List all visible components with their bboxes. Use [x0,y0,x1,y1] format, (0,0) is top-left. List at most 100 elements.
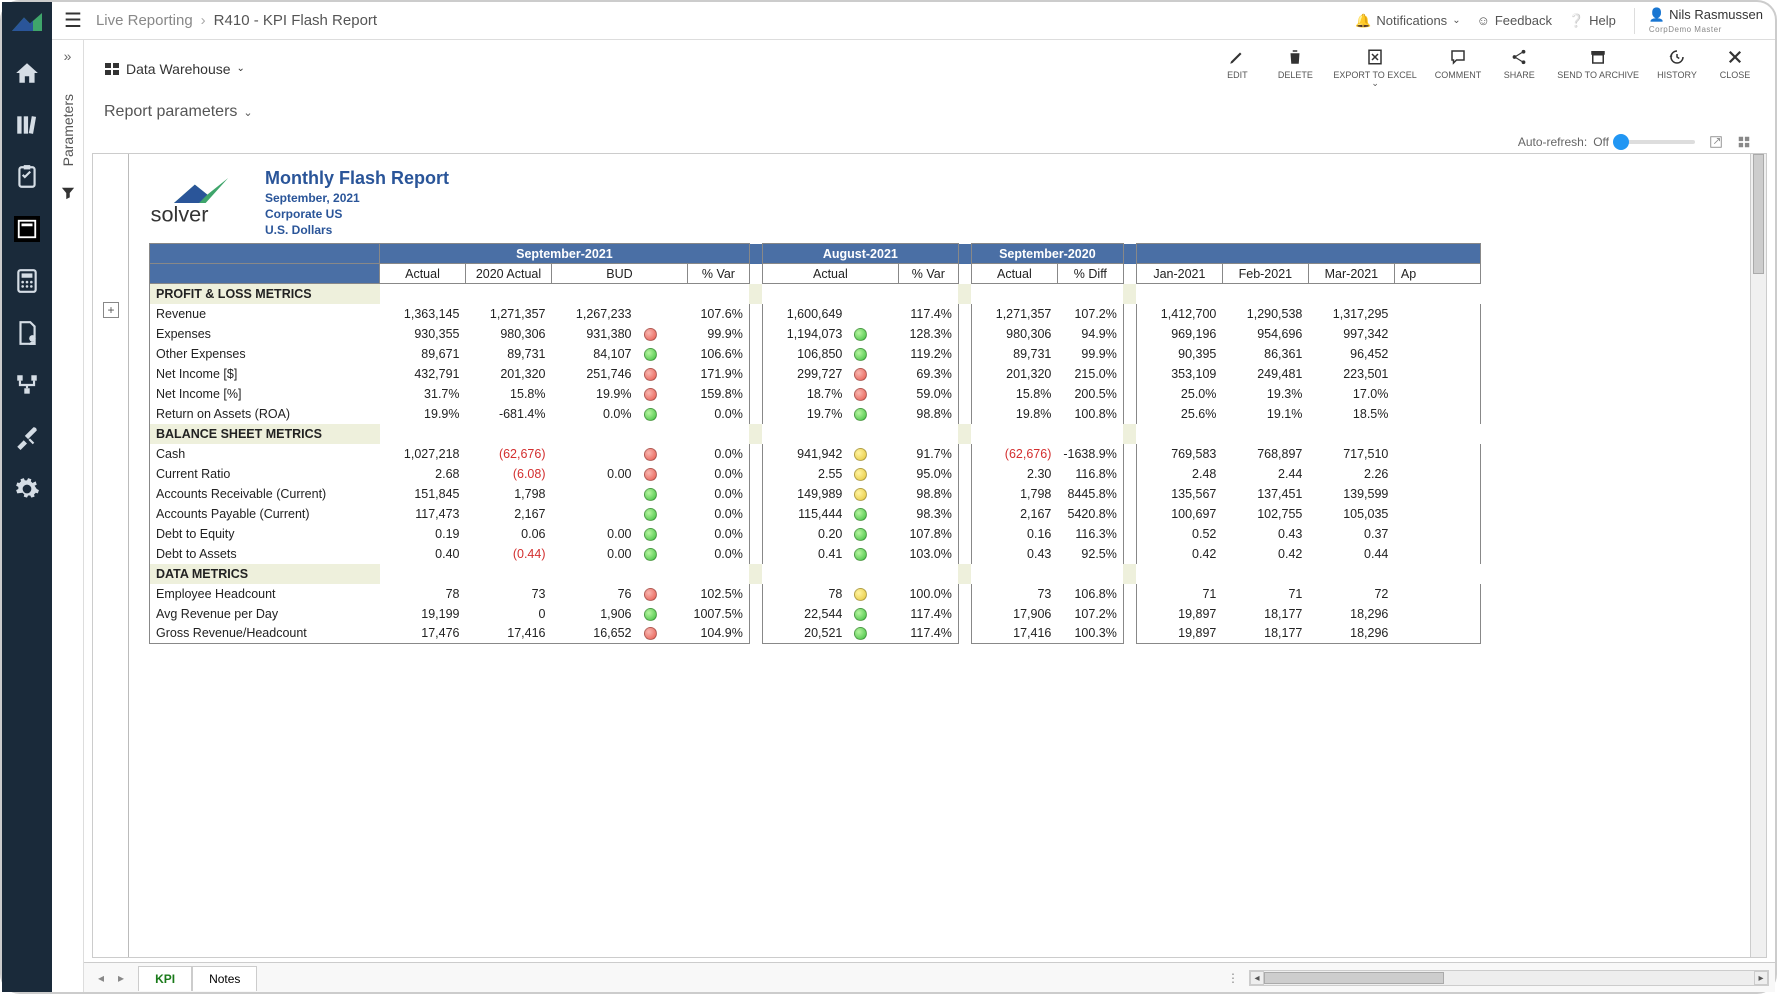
report-header-block: solver Monthly Flash Report September, 2… [129,154,1766,243]
datasource-icon [104,61,120,77]
tab-kpi[interactable]: KPI [138,966,192,991]
table-cell: 84,107 [552,344,638,364]
tab-notes[interactable]: Notes [192,966,257,991]
edit-button[interactable]: EDIT [1217,48,1257,89]
status-dot-cell [848,344,898,364]
solver-logo-icon: solver [149,178,249,228]
table-cell: 0.06 [466,524,552,544]
table-cell: 89,671 [380,344,466,364]
nav-tools-icon[interactable] [14,424,40,450]
table-cell: 17,416 [971,624,1057,644]
close-button[interactable]: CLOSE [1715,48,1755,89]
nav-file-user-icon[interactable] [14,320,40,346]
status-dot-cell [638,384,688,404]
table-cell: 119.2% [898,344,958,364]
report-entity: Corporate US [265,207,449,221]
table-cell: 1,600,649 [762,304,848,324]
table-cell: 137,451 [1222,484,1308,504]
table-cell: 0.40 [380,544,466,564]
colgroup-sept2021: September-2021 [380,244,750,264]
table-cell: 89,731 [971,344,1057,364]
table-cell: 96,452 [1308,344,1394,364]
status-dot-cell [638,304,688,324]
table-cell: 201,320 [466,364,552,384]
export-excel-button[interactable]: EXPORT TO EXCEL⌄ [1333,48,1416,89]
table-cell: 98.3% [898,504,958,524]
nav-settings-icon[interactable] [14,476,40,502]
row-label: Debt to Equity [150,524,380,544]
nav-clipboard-icon[interactable] [14,164,40,190]
popout-icon[interactable] [1709,135,1723,149]
row-label: Revenue [150,304,380,324]
hamburger-icon[interactable]: ☰ [64,8,82,33]
report-toolbar: Data Warehouse ⌄ EDIT DELETE EXPORT TO E… [84,40,1775,97]
help-link[interactable]: ❔ Help [1568,13,1616,29]
table-cell: 139,599 [1308,484,1394,504]
table-cell: 249,481 [1222,364,1308,384]
table-cell: 0.16 [971,524,1057,544]
colgroup-trend [1136,244,1480,264]
table-cell [1394,444,1480,464]
table-cell: 106.8% [1057,584,1123,604]
table-cell: 107.2% [1057,304,1123,324]
col-apr-partial: Ap [1394,264,1480,284]
horizontal-scrollbar[interactable]: ◂▸ [1249,970,1769,986]
table-cell: 353,109 [1136,364,1222,384]
table-cell: 98.8% [898,404,958,424]
nav-home-icon[interactable] [14,60,40,86]
table-cell [1394,304,1480,324]
status-dot-cell [848,504,898,524]
table-cell: 0.00 [552,544,638,564]
nav-calculator-icon[interactable] [14,268,40,294]
comment-button[interactable]: COMMENT [1435,48,1482,89]
vertical-scrollbar[interactable] [1750,154,1766,957]
table-cell: 1,271,357 [466,304,552,324]
nav-report-icon[interactable] [14,216,40,242]
row-label: Other Expenses [150,344,380,364]
col-feb: Feb-2021 [1222,264,1308,284]
table-cell: 89,731 [466,344,552,364]
expand-rows-button[interactable]: + [103,302,119,318]
table-cell: 76 [552,584,638,604]
row-label: Cash [150,444,380,464]
notifications-link[interactable]: 🔔 Notifications ⌄ [1355,13,1460,29]
table-cell [1394,584,1480,604]
sheet-nav-arrows[interactable]: ◂▸ [84,971,138,985]
table-cell [1394,524,1480,544]
table-cell: 171.9% [688,364,750,384]
expand-parameters-icon[interactable]: » [64,48,72,64]
user-menu[interactable]: 👤 Nils Rasmussen CorpDemo Master [1634,8,1763,34]
filter-icon[interactable] [61,186,75,200]
share-button[interactable]: SHARE [1499,48,1539,89]
table-cell: 100.0% [898,584,958,604]
row-label: Net Income [$] [150,364,380,384]
status-dot-cell [848,584,898,604]
nav-books-icon[interactable] [14,112,40,138]
table-cell: 717,510 [1308,444,1394,464]
nav-workflow-icon[interactable] [14,372,40,398]
status-dot-cell [848,624,898,644]
table-cell: 769,583 [1136,444,1222,464]
row-label: Net Income [%] [150,384,380,404]
autorefresh-slider[interactable] [1615,140,1695,144]
breadcrumb-current: R410 - KPI Flash Report [214,12,377,29]
table-cell: 59.0% [898,384,958,404]
parameters-tab-label[interactable]: Parameters [60,94,76,166]
grid-view-icon[interactable] [1737,135,1751,149]
breadcrumb-root[interactable]: Live Reporting [96,12,193,29]
status-dot-cell [848,464,898,484]
delete-button[interactable]: DELETE [1275,48,1315,89]
status-dot-cell [848,604,898,624]
data-source-selector[interactable]: Data Warehouse ⌄ [104,61,245,77]
report-parameters-dropdown[interactable]: Report parameters ⌄ [84,97,1775,135]
user-tenant: CorpDemo Master [1649,25,1722,34]
row-gutter: + [93,154,129,957]
table-cell: 116.3% [1057,524,1123,544]
feedback-link[interactable]: ☺ Feedback [1477,13,1552,28]
table-cell: 1,194,073 [762,324,848,344]
top-bar: ☰ Live Reporting › R410 - KPI Flash Repo… [52,2,1775,40]
trash-icon [1286,48,1304,66]
archive-button[interactable]: SEND TO ARCHIVE [1557,48,1639,89]
table-cell: 71 [1222,584,1308,604]
history-button[interactable]: HISTORY [1657,48,1697,89]
